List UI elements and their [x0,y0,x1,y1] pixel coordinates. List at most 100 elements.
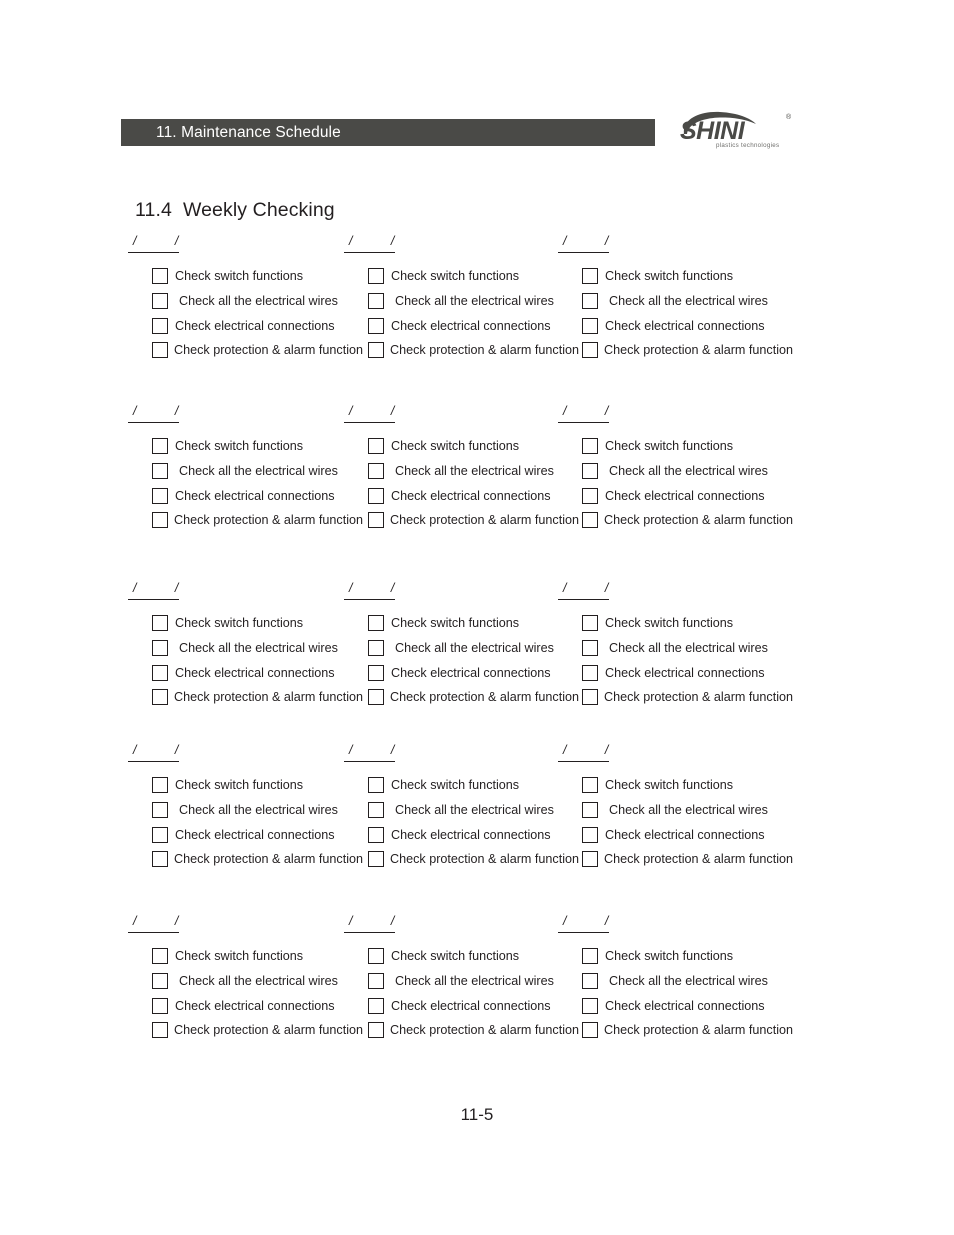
checkbox[interactable] [582,801,598,818]
checkbox[interactable] [368,851,384,868]
date-slashes: / / [133,404,186,418]
checkbox[interactable] [368,1022,384,1039]
date-field[interactable]: / / [128,743,179,762]
checklist-item-label: Check protection & alarm function [390,343,579,358]
checkbox[interactable] [152,615,168,631]
checkbox[interactable] [152,689,168,706]
checkbox[interactable] [582,1022,598,1039]
checkbox[interactable] [582,689,598,706]
checkbox[interactable] [152,801,168,818]
checklist-item-label: Check switch functions [391,269,520,283]
checklist-item: Check protection & alarm function [582,688,812,713]
date-field[interactable]: / / [128,581,179,600]
checkbox[interactable] [368,438,384,454]
checklist-item: Check all the electrical wires [582,462,812,487]
date-field[interactable]: / / [558,581,609,600]
checkbox[interactable] [368,317,384,334]
checkbox[interactable] [152,948,168,964]
date-field[interactable]: / / [558,234,609,253]
checkbox[interactable] [368,948,384,964]
checkbox[interactable] [582,777,598,793]
date-field[interactable]: / / [128,404,179,423]
checkbox[interactable] [152,268,168,284]
checkbox[interactable] [368,512,384,529]
checkbox[interactable] [152,292,168,309]
date-field[interactable]: / / [128,914,179,933]
checkbox[interactable] [582,639,598,656]
checkbox[interactable] [582,292,598,309]
checklist-item: Check protection & alarm function [152,850,382,875]
checkbox[interactable] [582,948,598,964]
checkbox[interactable] [152,317,168,334]
checkbox[interactable] [152,438,168,454]
checkbox[interactable] [152,664,168,681]
date-field[interactable]: / / [558,743,609,762]
checkbox[interactable] [582,512,598,529]
checkbox[interactable] [152,851,168,868]
checklist-item: Check electrical connections [368,487,598,512]
date-field[interactable]: / / [344,914,395,933]
checkbox[interactable] [152,487,168,504]
date-field[interactable]: / / [558,914,609,933]
checkbox[interactable] [368,462,384,479]
checklist-item: Check electrical connections [152,997,382,1022]
checkbox[interactable] [152,512,168,529]
date-slashes: / / [563,914,616,928]
checkbox[interactable] [582,438,598,454]
checklist-item-label: Check switch functions [175,439,304,453]
checkbox[interactable] [582,317,598,334]
date-field[interactable]: / / [344,581,395,600]
checkbox[interactable] [368,487,384,504]
checkbox[interactable] [368,997,384,1014]
checklist-item-label: Check all the electrical wires [395,640,554,655]
checkbox[interactable] [368,615,384,631]
checkbox[interactable] [582,268,598,284]
checkbox[interactable] [582,851,598,868]
checklist-item: Check protection & alarm function [582,511,812,536]
checkbox[interactable] [582,462,598,479]
date-field[interactable]: / / [128,234,179,253]
checkbox[interactable] [368,689,384,706]
date-slashes: / / [563,404,616,418]
weekly-checking-grid: / / Check switch functions Check all the e… [0,0,954,1235]
checklist-item: Check all the electrical wires [368,462,598,487]
checkbox[interactable] [582,972,598,989]
checkbox[interactable] [152,342,168,359]
checklist-item: Check all the electrical wires [152,462,382,487]
checkbox[interactable] [582,664,598,681]
date-field[interactable]: / / [558,404,609,423]
checkbox[interactable] [582,826,598,843]
checkbox[interactable] [368,972,384,989]
checkbox[interactable] [152,972,168,989]
checkbox[interactable] [152,639,168,656]
checkbox[interactable] [368,342,384,359]
date-slashes: / / [133,914,186,928]
checklist-item: Check all the electrical wires [368,972,598,997]
checkbox[interactable] [368,826,384,843]
checkbox[interactable] [582,615,598,631]
checklist-item-label: Check all the electrical wires [395,293,554,308]
checkbox[interactable] [368,777,384,793]
checkbox[interactable] [582,997,598,1014]
checkbox[interactable] [582,487,598,504]
checkbox[interactable] [152,462,168,479]
date-field[interactable]: / / [344,234,395,253]
date-field[interactable]: / / [344,404,395,423]
checklist-item-label: Check electrical connections [605,827,765,842]
checkbox[interactable] [152,1022,168,1039]
checkbox[interactable] [152,997,168,1014]
checklist-item: Check electrical connections [152,487,382,512]
checkbox[interactable] [368,292,384,309]
checkbox[interactable] [368,801,384,818]
checkbox[interactable] [152,826,168,843]
checklist-item-label: Check switch functions [175,949,304,963]
checkbox[interactable] [152,777,168,793]
date-field[interactable]: / / [344,743,395,762]
checkbox[interactable] [368,639,384,656]
checkbox[interactable] [368,664,384,681]
checklist-item-label: Check all the electrical wires [179,973,338,988]
checklist-item-label: Check switch functions [605,616,734,630]
checkbox[interactable] [368,268,384,284]
checklist-item: Check switch functions [582,267,812,292]
checkbox[interactable] [582,342,598,359]
